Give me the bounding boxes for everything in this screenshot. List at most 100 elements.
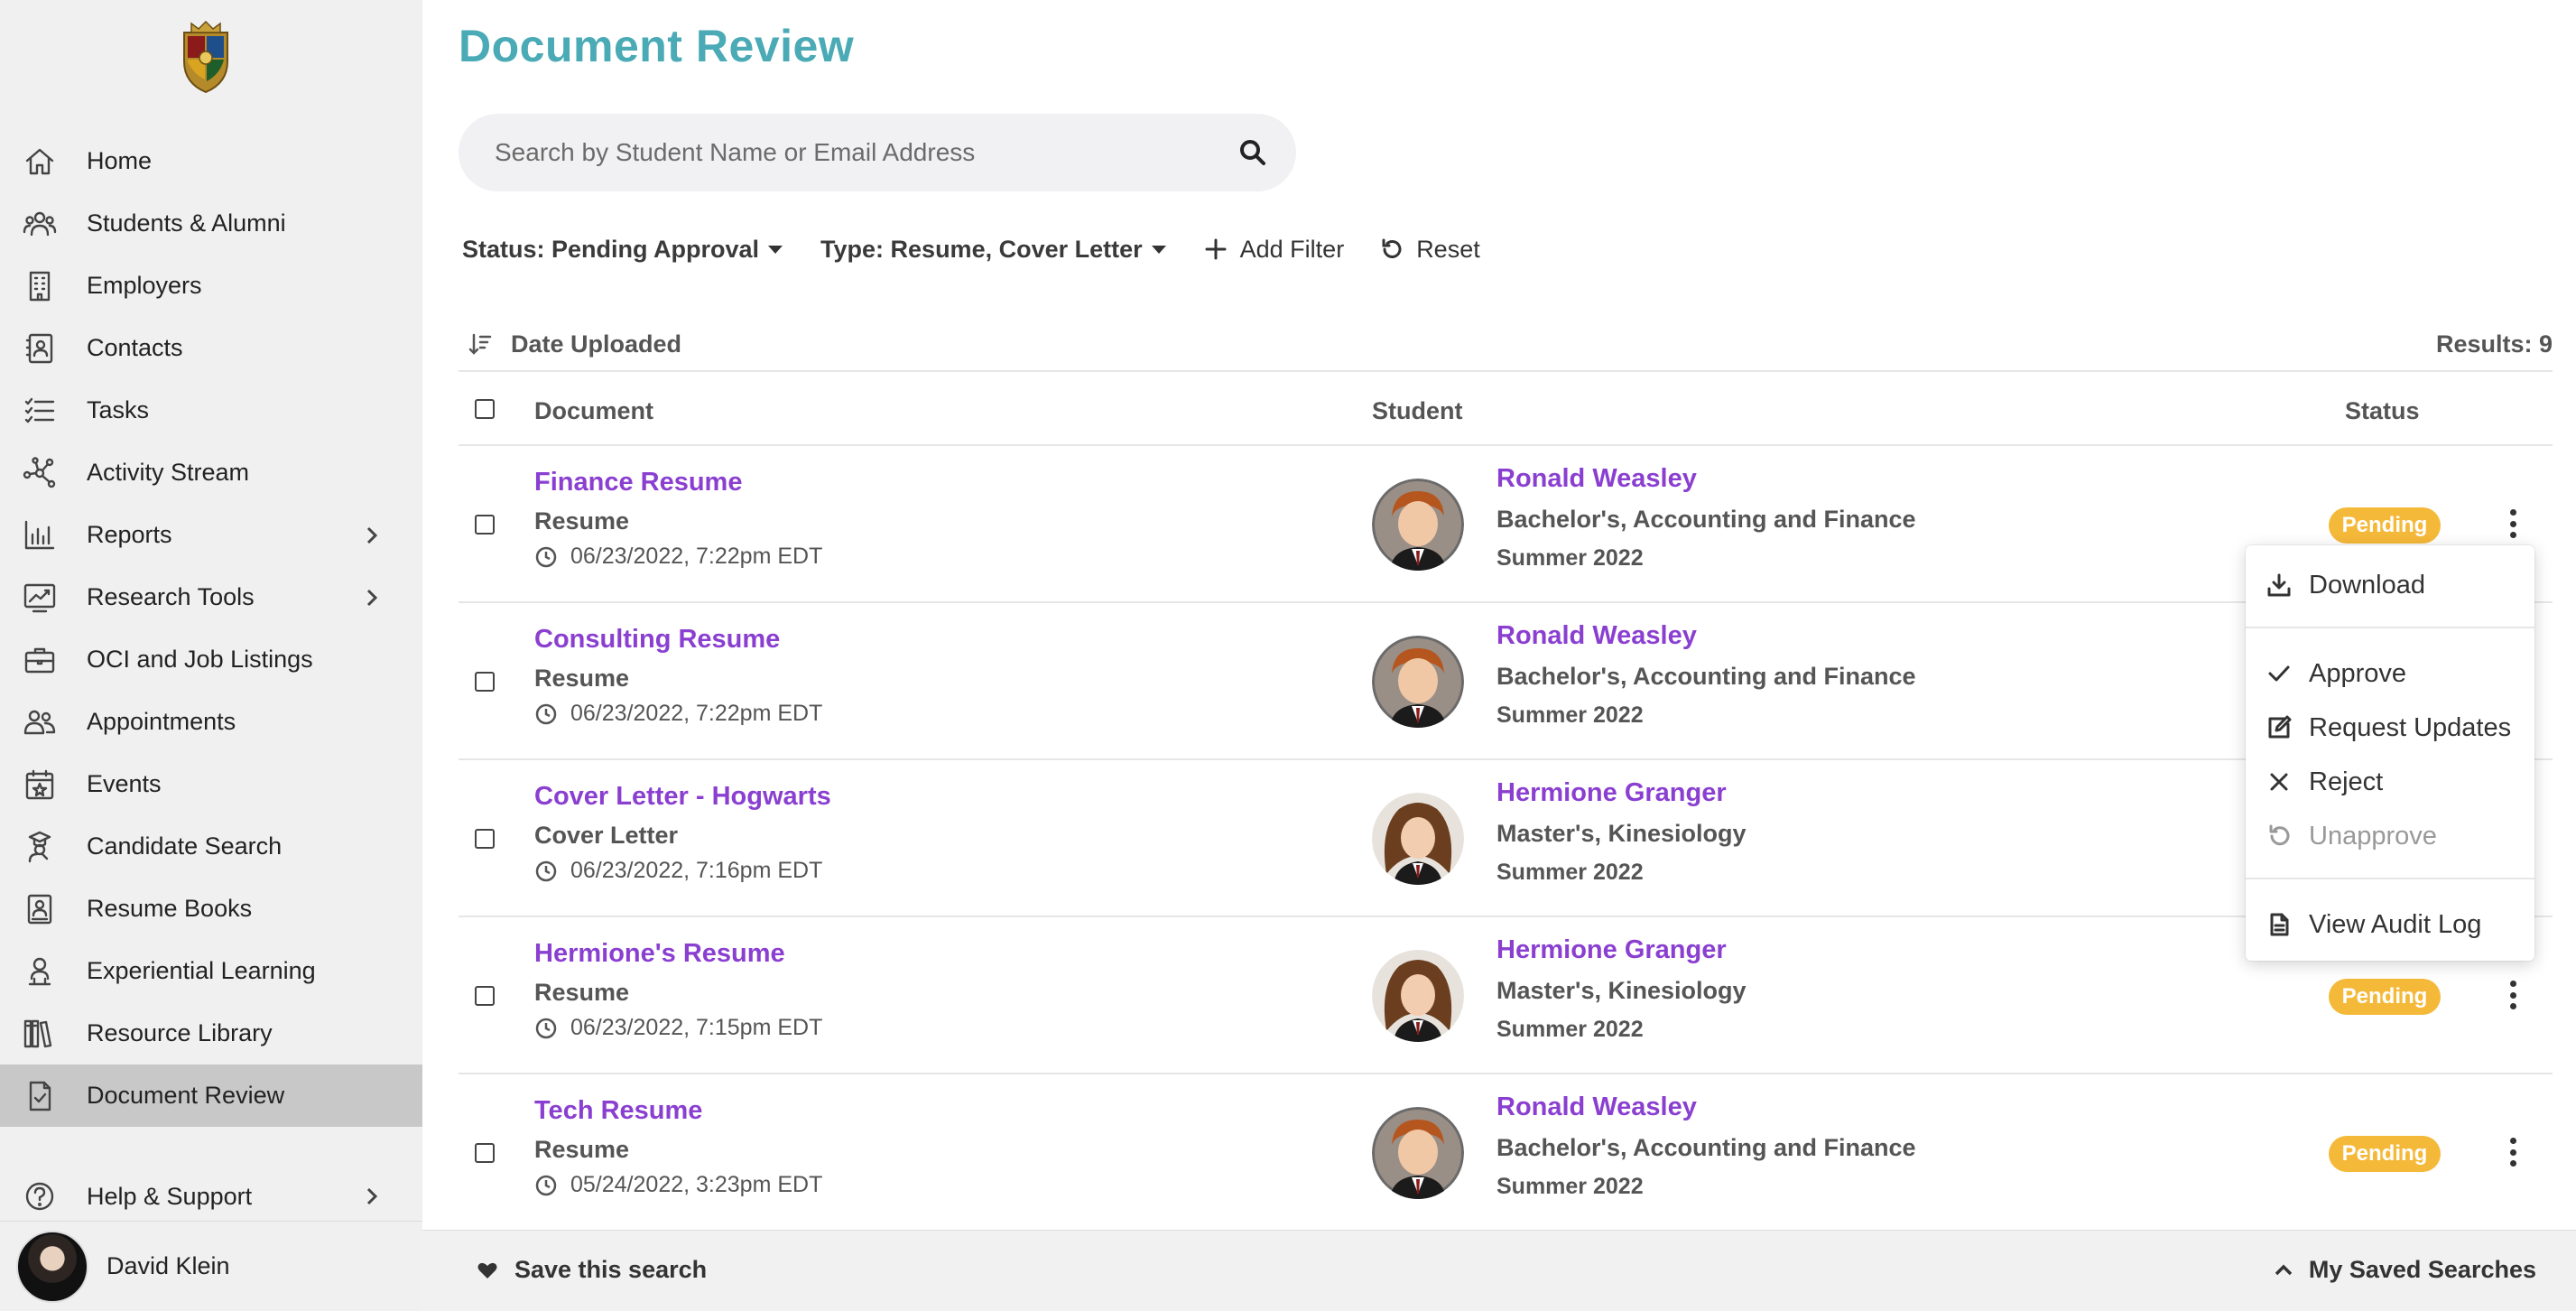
student-name-link[interactable]: Ronald Weasley: [1496, 464, 1697, 494]
select-all-checkbox[interactable]: [475, 399, 495, 419]
network-icon: [20, 453, 60, 493]
student-name-link[interactable]: Hermione Granger: [1496, 935, 1727, 965]
saved-searches-label: My Saved Searches: [2308, 1256, 2536, 1283]
menu-item-label: Reject: [2309, 767, 2384, 796]
sidebar-item-students-alumni[interactable]: Students & Alumni: [0, 192, 422, 255]
sidebar-item-research-tools[interactable]: Research Tools: [0, 566, 422, 628]
clock-icon: [535, 1018, 557, 1038]
row-actions-menu: Download Approve Request Updates Reject …: [2246, 545, 2534, 961]
sidebar-item-candidate-search[interactable]: Candidate Search: [0, 815, 422, 878]
sidebar-item-tasks[interactable]: Tasks: [0, 379, 422, 442]
row-checkbox[interactable]: [475, 986, 495, 1006]
people-icon: [20, 204, 60, 244]
save-search-button[interactable]: Save this search: [477, 1256, 707, 1284]
sidebar-item-label: Document Review: [87, 1082, 285, 1109]
sidebar-item-resource-library[interactable]: Resource Library: [0, 1002, 422, 1065]
sidebar-item-contacts[interactable]: Contacts: [0, 317, 422, 379]
row-checkbox[interactable]: [475, 1143, 495, 1163]
sidebar-item-employers[interactable]: Employers: [0, 255, 422, 317]
close-icon: [2266, 768, 2293, 795]
menu-item-reject[interactable]: Reject: [2246, 757, 2534, 807]
more-options-icon[interactable]: [2504, 977, 2522, 1013]
crest-logo[interactable]: [175, 20, 236, 96]
sidebar-item-resume-books[interactable]: Resume Books: [0, 878, 422, 940]
menu-item-label: Download: [2309, 570, 2425, 600]
student-term: Summer 2022: [1496, 1174, 1644, 1199]
sort-label[interactable]: Date Uploaded: [511, 330, 681, 358]
sidebar-item-document-review[interactable]: Document Review: [0, 1065, 422, 1127]
chevron-right-icon: [361, 1185, 383, 1207]
edit-icon: [2266, 714, 2293, 741]
status-badge: Pending: [2329, 507, 2441, 544]
student-name-link[interactable]: Hermione Granger: [1496, 778, 1727, 808]
trend-chart-icon: [20, 578, 60, 618]
student-degree: Master's, Kinesiology: [1496, 820, 1747, 847]
sort-icon[interactable]: [468, 331, 493, 357]
sidebar-item-appointments[interactable]: Appointments: [0, 691, 422, 753]
search-bar: [459, 114, 1296, 191]
plus-icon: [1205, 238, 1227, 260]
search-icon[interactable]: [1238, 138, 1267, 167]
document-title-link[interactable]: Finance Resume: [534, 468, 742, 497]
student-name-link[interactable]: Ronald Weasley: [1496, 621, 1697, 651]
my-saved-searches-button[interactable]: My Saved Searches: [2273, 1256, 2536, 1284]
chevron-up-icon: [2275, 1264, 2293, 1275]
sidebar-item-oci-job-listings[interactable]: OCI and Job Listings: [0, 628, 422, 691]
chevron-right-icon: [361, 525, 383, 546]
sidebar-item-activity-stream[interactable]: Activity Stream: [0, 442, 422, 504]
table-row: Cover Letter - Hogwarts Cover Letter 06/…: [459, 760, 2553, 917]
sidebar-item-events[interactable]: Events: [0, 753, 422, 815]
home-icon: [20, 142, 60, 181]
sidebar-item-help-support[interactable]: Help & Support: [0, 1165, 422, 1228]
student-avatar: [1372, 950, 1464, 1042]
heart-icon: [477, 1262, 497, 1278]
document-title-link[interactable]: Cover Letter - Hogwarts: [534, 782, 831, 812]
status-filter-label: Status: Pending Approval: [462, 235, 760, 263]
row-checkbox[interactable]: [475, 515, 495, 535]
column-header-student: Student: [1372, 397, 1463, 424]
library-icon: [20, 1014, 60, 1054]
menu-item-label: View Audit Log: [2309, 909, 2482, 939]
sidebar-item-label: Home: [87, 147, 153, 174]
document-title-link[interactable]: Hermione's Resume: [534, 939, 785, 969]
menu-item-view-audit-log[interactable]: View Audit Log: [2246, 899, 2534, 950]
status-filter-dropdown[interactable]: Status: Pending Approval: [462, 236, 783, 264]
caret-down-icon: [1151, 245, 1166, 254]
row-checkbox[interactable]: [475, 672, 495, 692]
sidebar-item-label: Employers: [87, 272, 202, 299]
more-options-icon[interactable]: [2504, 1134, 2522, 1170]
filter-bar: Status: Pending Approval Type: Resume, C…: [462, 231, 1516, 267]
menu-item-request-updates[interactable]: Request Updates: [2246, 702, 2534, 753]
student-term: Summer 2022: [1496, 702, 1644, 728]
menu-item-download[interactable]: Download: [2246, 560, 2534, 610]
building-icon: [20, 266, 60, 306]
sidebar-item-label: Appointments: [87, 708, 236, 735]
row-checkbox[interactable]: [475, 829, 495, 849]
search-input[interactable]: [495, 138, 1199, 167]
status-badge: Pending: [2329, 1136, 2441, 1172]
sidebar-item-experiential-learning[interactable]: Experiential Learning: [0, 940, 422, 1002]
add-filter-button[interactable]: Add Filter: [1204, 236, 1344, 264]
student-term: Summer 2022: [1496, 1017, 1644, 1042]
avatar: [16, 1230, 88, 1303]
more-options-icon[interactable]: [2504, 506, 2522, 542]
download-icon: [2266, 572, 2293, 599]
type-filter-label: Type: Resume, Cover Letter: [820, 235, 1143, 263]
document-title-link[interactable]: Tech Resume: [534, 1096, 702, 1126]
menu-item-unapprove: Unapprove: [2246, 811, 2534, 861]
document-type: Resume: [534, 665, 630, 692]
sidebar-item-home[interactable]: Home: [0, 130, 422, 192]
document-title-link[interactable]: Consulting Resume: [534, 625, 780, 655]
sidebar-item-reports[interactable]: Reports: [0, 504, 422, 566]
reset-button[interactable]: Reset: [1380, 236, 1480, 264]
sidebar-item-label: Resume Books: [87, 895, 253, 922]
menu-item-approve[interactable]: Approve: [2246, 648, 2534, 699]
reset-icon: [1382, 238, 1402, 258]
student-name-link[interactable]: Ronald Weasley: [1496, 1092, 1697, 1122]
table-row: Consulting Resume Resume 06/23/2022, 7:2…: [459, 603, 2553, 760]
student-avatar: [1372, 479, 1464, 571]
type-filter-dropdown[interactable]: Type: Resume, Cover Letter: [820, 236, 1166, 264]
clock-icon: [535, 1175, 557, 1195]
user-profile[interactable]: David Klein: [0, 1221, 422, 1311]
sidebar-item-label: Activity Stream: [87, 459, 250, 486]
